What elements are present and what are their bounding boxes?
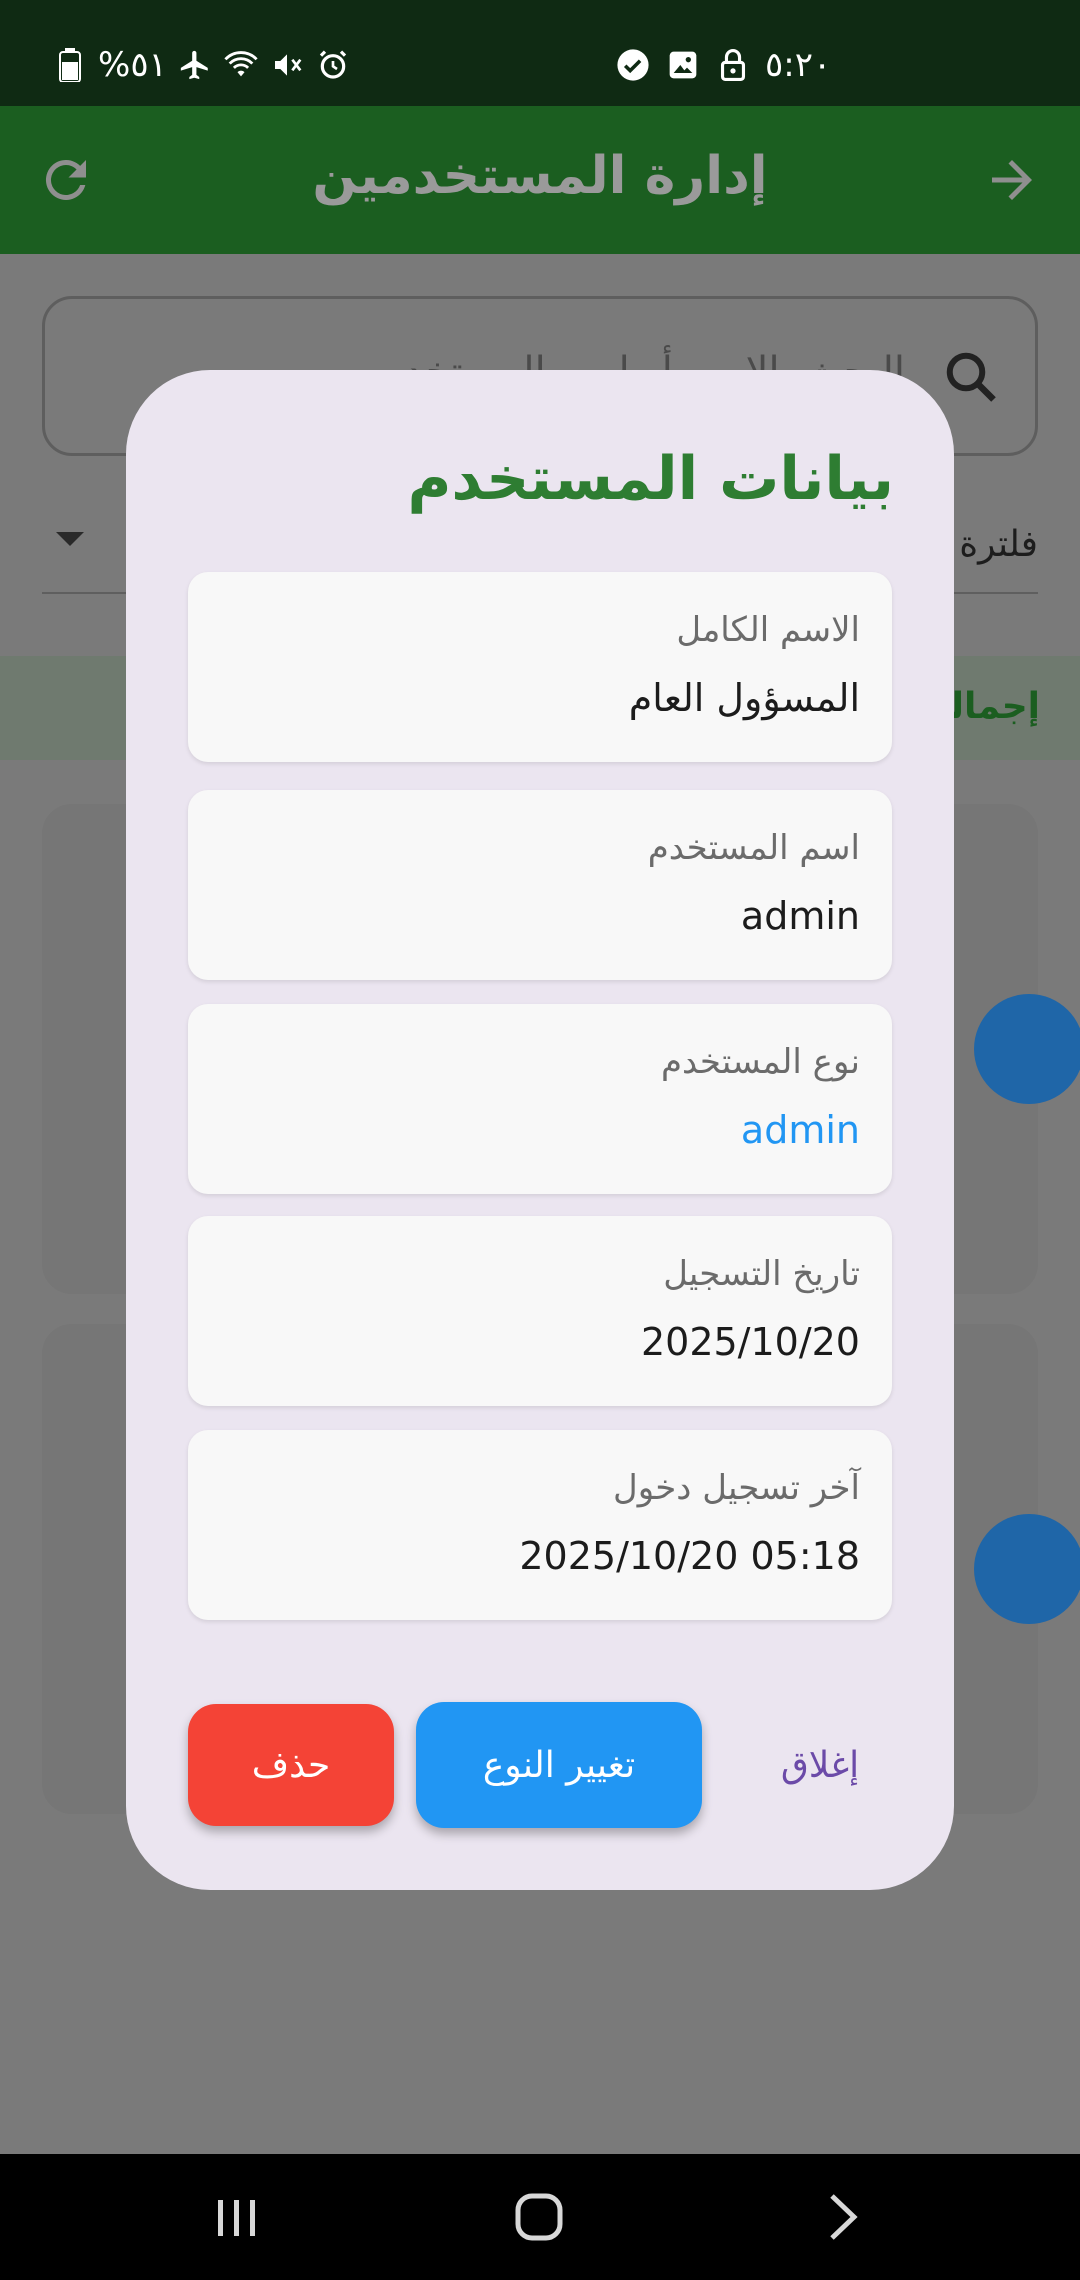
page-title: إدارة المستخدمين — [312, 146, 768, 206]
app-bar: إدارة المستخدمين — [0, 106, 1080, 254]
field-value: admin — [740, 894, 860, 938]
field-username: اسم المستخدم admin — [188, 790, 892, 980]
wifi-icon — [223, 47, 259, 83]
alarm-icon — [315, 47, 351, 83]
delete-button[interactable]: حذف — [188, 1704, 394, 1826]
search-icon — [941, 347, 1001, 407]
change-type-button[interactable]: تغيير النوع — [416, 1702, 702, 1828]
status-left-group: %٥١ — [52, 42, 351, 88]
status-time: ٥:٢٠ — [765, 45, 832, 85]
field-value: admin — [740, 1108, 860, 1152]
field-last-login: آخر تسجيل دخول 05:18 2025/10/20 — [188, 1430, 892, 1620]
home-icon[interactable] — [504, 2182, 574, 2252]
check-circle-icon — [615, 47, 651, 83]
recent-apps-icon[interactable] — [202, 2182, 272, 2252]
field-label: اسم المستخدم — [647, 828, 860, 868]
avatar — [974, 994, 1080, 1104]
status-right-group: ٥:٢٠ — [615, 42, 831, 88]
lock-icon — [715, 47, 751, 83]
field-label: الاسم الكامل — [676, 610, 860, 650]
field-registration-date: تاريخ التسجيل 2025/10/20 — [188, 1216, 892, 1406]
field-full-name: الاسم الكامل المسؤول العام — [188, 572, 892, 762]
battery-percent: %٥١ — [98, 45, 167, 85]
chevron-down-icon — [56, 532, 84, 546]
close-button[interactable]: إغلاق — [740, 1710, 900, 1820]
field-label: تاريخ التسجيل — [663, 1254, 860, 1294]
field-label: آخر تسجيل دخول — [612, 1468, 860, 1508]
user-details-dialog: بيانات المستخدم الاسم الكامل المسؤول الع… — [126, 370, 954, 1890]
field-user-type: نوع المستخدم admin — [188, 1004, 892, 1194]
status-bar: %٥١ ٥:٢٠ — [0, 0, 1080, 106]
field-value: 2025/10/20 — [640, 1320, 860, 1364]
battery-icon — [52, 47, 88, 83]
system-nav-bar — [0, 2154, 1080, 2280]
dialog-title: بيانات المستخدم — [407, 444, 894, 514]
arrow-forward-icon[interactable] — [982, 150, 1042, 210]
filter-label: فلترة — [959, 524, 1038, 565]
field-label: نوع المستخدم — [660, 1042, 860, 1082]
mute-icon — [269, 47, 305, 83]
field-value: المسؤول العام — [628, 676, 860, 720]
airplane-icon — [177, 47, 213, 83]
avatar — [974, 1514, 1080, 1624]
back-chevron-icon[interactable] — [808, 2182, 878, 2252]
image-icon — [665, 47, 701, 83]
field-value: 05:18 2025/10/20 — [519, 1534, 860, 1578]
